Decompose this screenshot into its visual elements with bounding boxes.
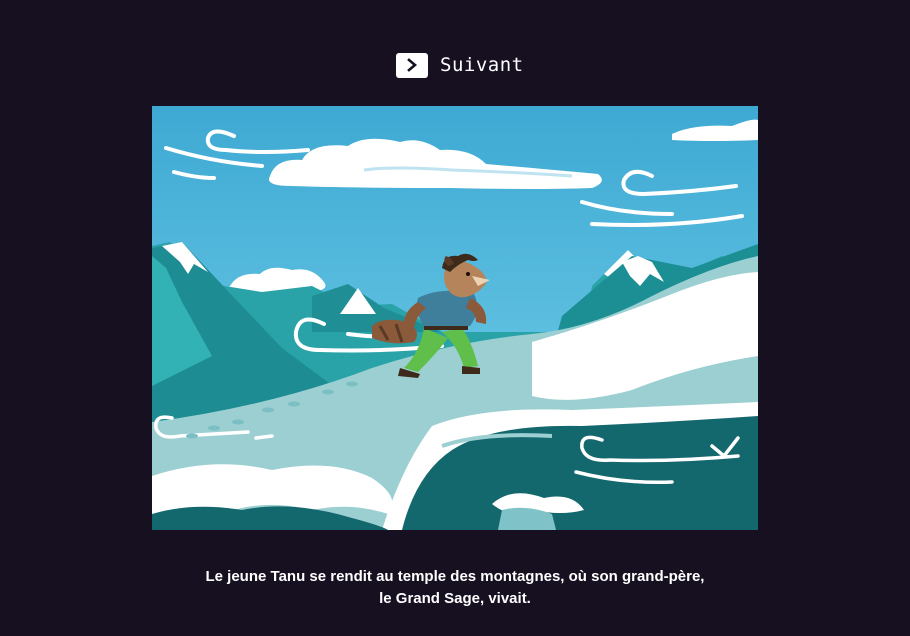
story-page: Suivant Le jeune Tanu se rendit au templ… — [0, 0, 910, 636]
caption-line-2: le Grand Sage, vivait. — [379, 590, 531, 607]
caption-line-1: Le jeune Tanu se rendit au temple des mo… — [205, 568, 705, 585]
story-illustration — [152, 106, 758, 530]
chevron-right-icon — [396, 52, 428, 78]
story-caption: Le jeune Tanu se rendit au temple des mo… — [130, 566, 780, 610]
next-button[interactable]: Suivant — [396, 52, 524, 78]
next-label: Suivant — [440, 54, 524, 76]
